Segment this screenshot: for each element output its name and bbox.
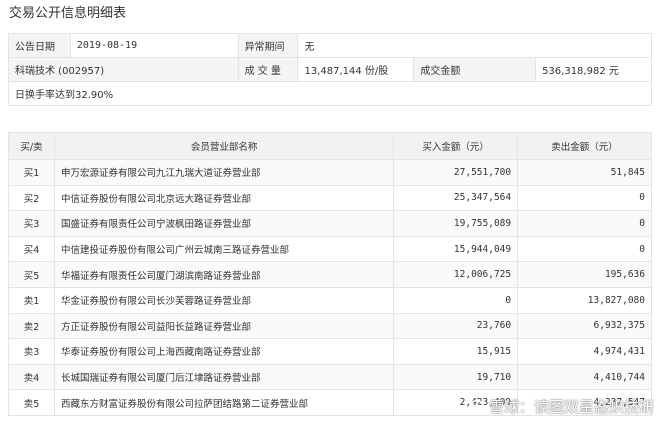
table-row: 买3 国盛证券有限责任公司宁波枫田路证券营业部 19,755,089 0 (8, 210, 652, 237)
row-buy: 15,915 (393, 338, 519, 365)
info-row-date: 公告日期 2019-08-19 异常期间 无 (8, 33, 652, 58)
table-row: 买2 中信证券股份有限公司北京远大路证券营业部 25,347,564 0 (8, 184, 652, 212)
row-dept: 中信证券股份有限公司北京远大路证券营业部 (53, 184, 395, 212)
header-buy: 买入金额（元） (393, 132, 519, 160)
row-dir: 买1 (8, 159, 55, 186)
turnover-note: 日换手率达到32.90% (8, 81, 652, 106)
watermark: 雪球：读图双星态炽技研 (469, 396, 654, 417)
table-row: 卖3 华泰证券股份有限公司上海西藏南路证券营业部 15,915 4,974,43… (8, 338, 652, 365)
row-dir: 买4 (8, 235, 55, 263)
amount-value: 536,318,982 元 (535, 57, 652, 82)
table-header-row: 买/卖 会员营业部名称 买入金额（元） 卖出金额（元） (8, 132, 652, 160)
date-label: 公告日期 (8, 33, 71, 58)
table-row: 卖2 方正证券股份有限公司益阳长益路证券营业部 23,760 6,932,375 (8, 312, 652, 340)
info-row-volume: 科瑞技术 (002957) 成 交 量 13,487,144 份/股 成交金额 … (8, 57, 652, 82)
anomaly-value: 无 (297, 33, 652, 58)
date-value: 2019-08-19 (69, 33, 239, 58)
stock-name: 科瑞技术 (002957) (8, 57, 239, 82)
row-dir: 卖1 (8, 286, 55, 314)
row-dir: 买2 (8, 184, 55, 212)
row-dir: 卖2 (8, 312, 55, 340)
table-row: 买5 华福证券有限责任公司厦门湖滨南路证券营业部 12,006,725 195,… (8, 261, 652, 288)
table-row: 买4 中信建投证券股份有限公司广州云城南三路证券营业部 15,944,049 0 (8, 235, 652, 263)
anomaly-label: 异常期间 (237, 33, 299, 58)
row-sell: 0 (517, 210, 652, 237)
row-dept: 国盛证券有限责任公司宁波枫田路证券营业部 (53, 210, 395, 237)
row-sell: 13,827,080 (517, 286, 652, 314)
row-sell: 6,932,375 (517, 312, 652, 340)
row-dept: 长城国瑞证券有限公司厦门后江埭路证券营业部 (53, 363, 395, 391)
volume-value: 13,487,144 份/股 (297, 57, 415, 82)
row-dir: 卖4 (8, 363, 55, 391)
watermark-text: 雪球：读图双星态炽技研 (488, 398, 654, 416)
row-buy: 15,944,049 (393, 235, 519, 263)
row-buy: 19,755,089 (393, 210, 519, 237)
header-sell: 卖出金额（元） (517, 132, 652, 160)
header-dir: 买/卖 (8, 132, 55, 160)
row-dept: 申万宏源证券有限公司九江九瑞大道证券营业部 (53, 159, 395, 186)
row-sell: 0 (517, 235, 652, 263)
row-buy: 27,551,700 (393, 159, 519, 186)
page-title: 交易公开信息明细表 (9, 6, 127, 21)
row-dept: 西藏东方财富证券股份有限公司拉萨团结路第二证券营业部 (53, 389, 395, 416)
row-dept: 华福证券有限责任公司厦门湖滨南路证券营业部 (53, 261, 395, 288)
header-dept: 会员营业部名称 (53, 132, 395, 160)
row-dept: 方正证券股份有限公司益阳长益路证券营业部 (53, 312, 395, 340)
row-sell: 4,974,431 (517, 338, 652, 365)
info-row-turnover: 日换手率达到32.90% (8, 81, 652, 106)
row-buy: 23,760 (393, 312, 519, 340)
row-buy: 0 (393, 286, 519, 314)
stock-info-table: 公告日期 2019-08-19 异常期间 无 科瑞技术 (002957) 成 交… (8, 33, 652, 106)
row-dept: 华金证券股份有限公司长沙芙蓉路证券营业部 (53, 286, 395, 314)
table-row: 卖4 长城国瑞证券有限公司厦门后江埭路证券营业部 19,710 4,410,74… (8, 363, 652, 391)
row-dir: 卖5 (8, 389, 55, 416)
row-buy: 19,710 (393, 363, 519, 391)
row-sell: 0 (517, 184, 652, 212)
trading-detail-table: 买/卖 会员营业部名称 买入金额（元） 卖出金额（元） 买1 申万宏源证券有限公… (8, 132, 652, 416)
row-buy: 12,006,725 (393, 261, 519, 288)
row-dir: 买3 (8, 210, 55, 237)
amount-label: 成交金额 (413, 57, 537, 82)
row-dir: 卖3 (8, 338, 55, 365)
table-row: 卖1 华金证券股份有限公司长沙芙蓉路证券营业部 0 13,827,080 (8, 286, 652, 314)
row-sell: 4,410,744 (517, 363, 652, 391)
row-dept: 华泰证券股份有限公司上海西藏南路证券营业部 (53, 338, 395, 365)
table-row: 买1 申万宏源证券有限公司九江九瑞大道证券营业部 27,551,700 51,8… (8, 159, 652, 186)
snowball-icon (469, 399, 485, 414)
row-dir: 买5 (8, 261, 55, 288)
volume-label: 成 交 量 (237, 57, 299, 82)
row-sell: 195,636 (517, 261, 652, 288)
row-sell: 51,845 (517, 159, 652, 186)
row-dept: 中信建投证券股份有限公司广州云城南三路证券营业部 (53, 235, 395, 263)
row-buy: 25,347,564 (393, 184, 519, 212)
